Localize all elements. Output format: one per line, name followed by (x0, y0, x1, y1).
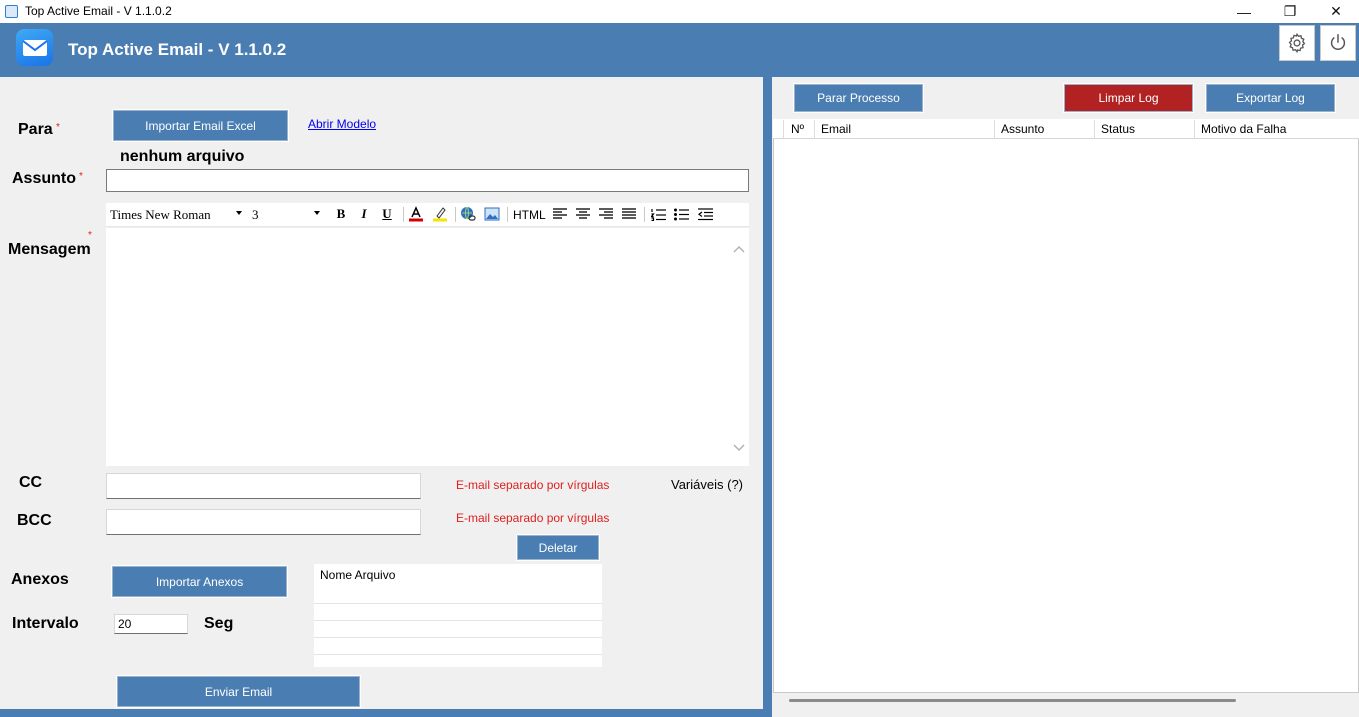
stop-process-button[interactable]: Parar Processo (793, 83, 924, 113)
image-icon (484, 207, 500, 221)
highlighter-icon (433, 207, 447, 222)
highlight-button[interactable] (431, 205, 449, 223)
column-header-status[interactable]: Status (1101, 122, 1135, 136)
bcc-input[interactable] (106, 509, 421, 535)
font-size-select[interactable]: 3 (248, 206, 324, 224)
italic-button[interactable]: I (355, 205, 373, 223)
cc-label: CC (19, 474, 43, 491)
attachments-row-line (314, 603, 602, 604)
column-separator (783, 120, 784, 139)
bcc-label: BCC (17, 512, 52, 529)
editor-scroll-up-icon[interactable] (733, 242, 745, 256)
power-button[interactable] (1320, 25, 1356, 61)
column-separator (814, 120, 815, 139)
delete-attachment-button[interactable]: Deletar (516, 534, 600, 561)
font-color-button[interactable] (407, 205, 425, 223)
globe-link-icon (461, 206, 476, 221)
send-email-button[interactable]: Enviar Email (116, 675, 361, 708)
window-title: Top Active Email - V 1.1.0.2 (25, 4, 172, 18)
insert-image-button[interactable] (483, 205, 501, 223)
font-size-dropdown-icon[interactable] (314, 211, 320, 215)
insert-link-button[interactable] (459, 205, 477, 223)
underline-button[interactable]: U (378, 205, 396, 223)
toolbar-divider (644, 207, 645, 222)
log-grid[interactable] (773, 119, 1359, 693)
export-log-button[interactable]: Exportar Log (1205, 83, 1336, 113)
log-scrollbar-thumb[interactable] (789, 699, 1236, 702)
mensagem-label: Mensagem (8, 241, 91, 258)
column-header-number[interactable]: Nº (791, 122, 804, 136)
import-excel-button[interactable]: Importar Email Excel (112, 109, 289, 142)
settings-button[interactable] (1279, 25, 1315, 61)
toolbar-divider (507, 207, 508, 222)
outdent-button[interactable] (696, 205, 714, 223)
para-label: Para (18, 121, 53, 138)
font-color-icon (409, 206, 423, 222)
html-mode-button[interactable]: HTML (513, 208, 546, 222)
column-header-motivo[interactable]: Motivo da Falha (1201, 122, 1286, 136)
assunto-label: Assunto (12, 170, 76, 187)
attachments-row-line (314, 620, 602, 621)
ordered-list-icon (650, 208, 666, 221)
intervalo-label: Intervalo (12, 615, 79, 632)
seg-label: Seg (204, 615, 234, 632)
column-separator (994, 120, 995, 139)
app-title: Top Active Email - V 1.1.0.2 (68, 40, 287, 59)
message-editor[interactable] (106, 228, 749, 466)
justify-icon (622, 208, 636, 219)
attachments-row-line (314, 637, 602, 638)
clear-log-button[interactable]: Limpar Log (1063, 83, 1194, 113)
para-required-mark: * (56, 122, 60, 133)
bold-button[interactable]: B (332, 205, 350, 223)
email-icon (16, 29, 53, 66)
column-header-assunto[interactable]: Assunto (1001, 122, 1044, 136)
os-titlebar (0, 0, 1359, 23)
bullet-list-icon (673, 208, 689, 220)
justify-button[interactable] (620, 205, 638, 223)
bcc-hint: E-mail separado por vírgulas (456, 511, 610, 525)
attachments-column-header: Nome Arquivo (320, 568, 396, 582)
power-icon (1330, 34, 1346, 50)
restore-button[interactable]: ❐ (1267, 0, 1313, 23)
anexos-label: Anexos (11, 571, 69, 588)
intervalo-input[interactable]: 20 (114, 614, 188, 634)
assunto-required-mark: * (79, 171, 83, 182)
font-size-value: 3 (252, 207, 259, 222)
align-center-button[interactable] (574, 205, 592, 223)
align-right-button[interactable] (597, 205, 615, 223)
open-template-link[interactable]: Abrir Modelo (308, 117, 376, 131)
column-header-email[interactable]: Email (821, 122, 851, 136)
align-right-icon (599, 208, 613, 219)
bullet-list-button[interactable] (672, 205, 690, 223)
import-attachments-button[interactable]: Importar Anexos (111, 565, 288, 598)
no-file-text: nenhum arquivo (120, 148, 245, 165)
align-left-button[interactable] (551, 205, 569, 223)
font-family-value: Times New Roman (110, 207, 211, 222)
cc-input[interactable] (106, 473, 421, 499)
attachments-row-line (314, 654, 602, 655)
ordered-list-button[interactable] (649, 205, 667, 223)
column-separator (1194, 120, 1195, 139)
column-separator (1094, 120, 1095, 139)
app-window: Top Active Email - V 1.1.0.2 — ❐ ✕ Top A… (0, 0, 1359, 717)
assunto-input[interactable] (106, 169, 749, 192)
toolbar-divider (403, 207, 404, 222)
toolbar-divider (455, 207, 456, 222)
bottom-bar (0, 709, 763, 717)
app-small-icon (5, 5, 18, 18)
variables-help-link[interactable]: Variáveis (?) (671, 477, 743, 492)
editor-scroll-down-icon[interactable] (733, 441, 745, 455)
align-left-icon (553, 208, 567, 219)
font-family-select[interactable]: Times New Roman (106, 206, 246, 224)
align-center-icon (576, 208, 590, 219)
font-family-dropdown-icon[interactable] (236, 211, 242, 215)
outdent-icon (697, 207, 713, 220)
minimize-button[interactable]: — (1221, 0, 1267, 23)
close-button[interactable]: ✕ (1313, 0, 1359, 23)
panel-splitter[interactable] (763, 77, 772, 717)
gear-icon (1288, 32, 1306, 54)
cc-hint: E-mail separado por vírgulas (456, 478, 610, 492)
mensagem-required-mark: * (88, 230, 92, 241)
